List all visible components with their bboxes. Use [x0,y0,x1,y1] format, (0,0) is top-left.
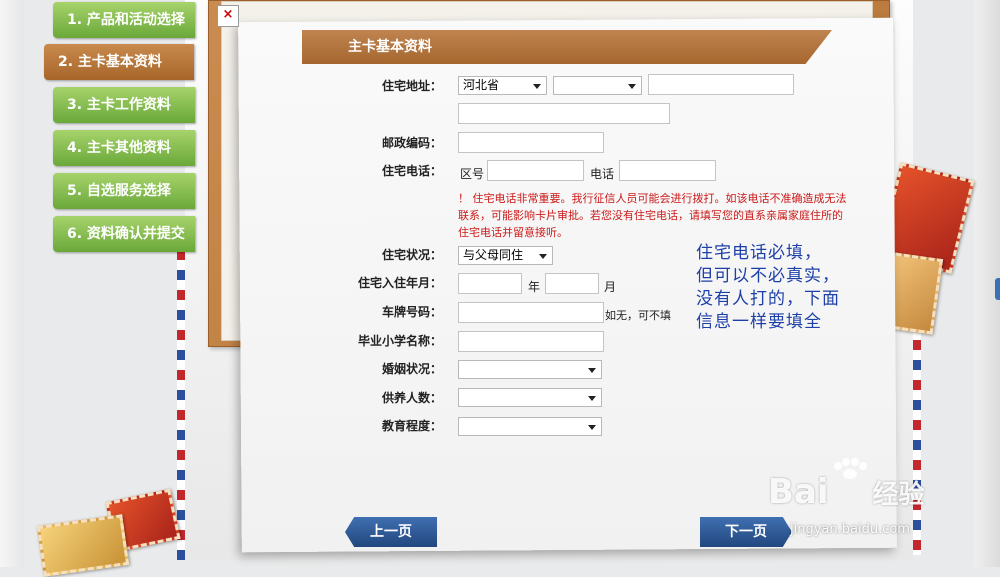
section-title: 主卡基本资料 [302,30,832,64]
annotation-line: 信息一样要填全 [696,312,822,332]
phone-label: 住宅电话： [381,164,442,178]
plate-input[interactable] [458,302,604,323]
district-input[interactable] [648,74,794,95]
watermark-url: jingyan.baidu.com [790,522,910,537]
dependents-label: 供养人数： [381,391,442,405]
area-code-label: 区号 [460,167,485,181]
residence-status-label: 住宅状况： [381,248,442,262]
education-select[interactable] [458,417,602,436]
annotation-line: 没有人打的，下面 [696,289,840,309]
step-tab-6[interactable]: 6. 资料确认并提交 [53,216,195,252]
school-label: 毕业小学名称： [357,334,442,348]
postcode-label: 邮政编码： [381,136,442,150]
year-unit: 年 [528,280,541,294]
move-in-label: 住宅入住年月： [357,276,442,290]
chevron-down-icon [588,425,596,430]
step-tab-5[interactable]: 5. 自选服务选择 [53,173,195,209]
chevron-down-icon [588,396,596,401]
watermark-logo-tail: 经验 [872,480,925,510]
step-tab-1[interactable]: 1. 产品和活动选择 [53,2,195,38]
prev-page-button[interactable]: 上一页 [345,517,437,547]
province-value: 河北省 [463,78,500,92]
move-in-month-input[interactable] [545,273,599,294]
step-tab-3[interactable]: 3. 主卡工作资料 [53,87,195,123]
postcode-input[interactable] [458,132,604,153]
page-background-left [0,0,24,567]
month-unit: 月 [604,280,617,294]
chevron-down-icon [539,254,547,259]
step-tab-2-active[interactable]: 2. 主卡基本资料 [44,44,194,80]
move-in-year-input[interactable] [458,273,522,294]
annotation-line: 但可以不必真实， [696,266,840,286]
area-code-input[interactable] [487,160,584,181]
school-input[interactable] [458,331,604,352]
phone-number-input[interactable] [619,160,716,181]
baidu-watermark: Bai 经验 jingyan.baidu.com [768,458,968,558]
phone-warning-text: ！ 住宅电话非常重要。我行征信人员可能会进行拨打。如该电话不准确造成无法联系，可… [458,192,847,239]
address-detail-input[interactable] [458,103,670,124]
watermark-logo: Bai 经验 [768,472,925,512]
side-edge-tab[interactable] [995,278,1000,300]
watermark-logo-text: Bai [768,472,829,512]
annotation-note: 住宅电话必填， 但可以不必真实， 没有人打的，下面 信息一样要填全 [696,242,866,334]
province-select[interactable]: 河北省 [458,76,547,95]
phone-number-label: 电话 [590,167,615,181]
annotation-line: 住宅电话必填， [696,243,822,263]
dependents-select[interactable] [458,388,602,407]
city-select[interactable] [553,76,642,95]
chevron-down-icon [588,368,596,373]
chevron-down-icon [628,84,636,89]
close-icon[interactable]: × [217,5,239,27]
step-tab-4[interactable]: 4. 主卡其他资料 [53,130,195,166]
chevron-down-icon [533,84,541,89]
education-label: 教育程度： [381,419,442,433]
residence-status-select[interactable]: 与父母同住 [458,246,553,265]
residence-status-value: 与父母同住 [463,248,524,262]
address-label: 住宅地址： [381,79,442,93]
postage-stamp-left-2 [36,514,130,577]
airmail-stripe-left [177,250,185,560]
marriage-label: 婚姻状况： [381,362,442,376]
plate-label: 车牌号码： [381,305,442,319]
marriage-select[interactable] [458,360,602,379]
plate-hint: 如无，可不填 [605,309,671,322]
